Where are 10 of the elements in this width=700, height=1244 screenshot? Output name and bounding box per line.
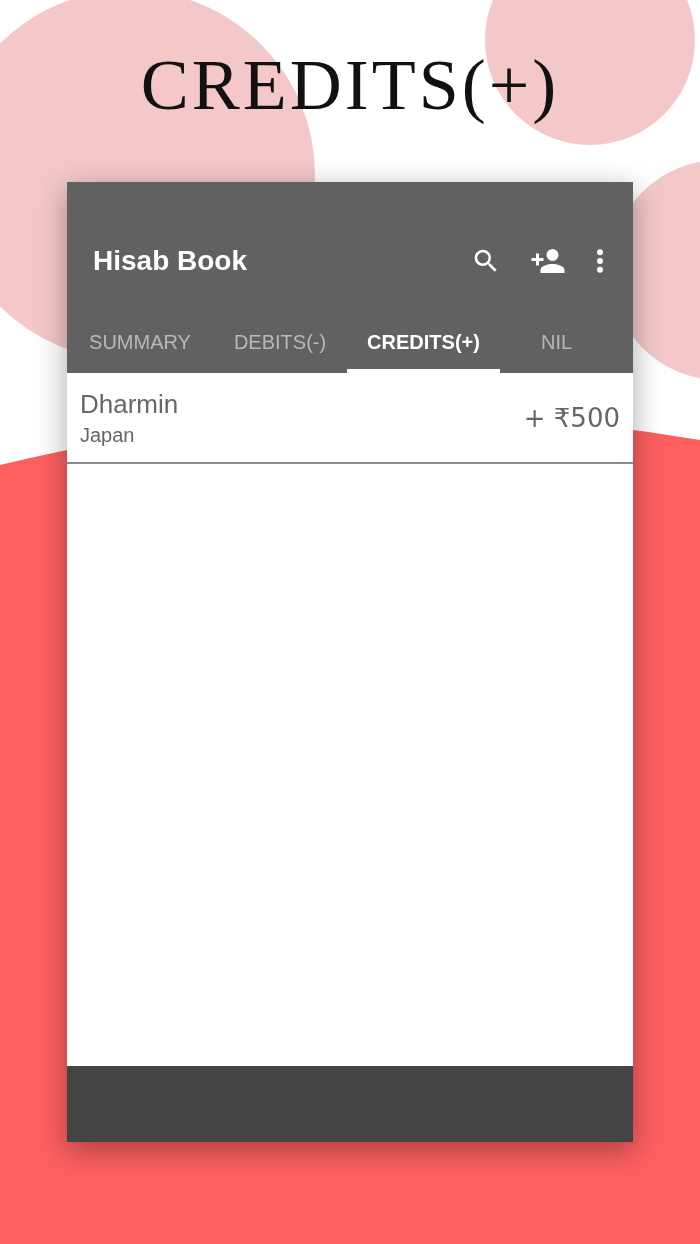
entry-amount: + ₹500 <box>523 402 620 433</box>
tab[interactable]: CREDITS(+) <box>347 311 500 373</box>
app-title: Hisab Book <box>93 243 248 277</box>
tab[interactable]: NIL <box>500 311 613 373</box>
headline: CREDITS(+) <box>140 44 560 126</box>
tab[interactable]: SUMMARY <box>67 311 213 373</box>
entry-name: Dharmin <box>80 388 179 420</box>
tab[interactable]: DEBITS(-) <box>213 311 347 373</box>
entry-place: Japan <box>80 423 136 447</box>
entry-row[interactable]: Dharmin Japan + ₹500 <box>67 373 633 464</box>
